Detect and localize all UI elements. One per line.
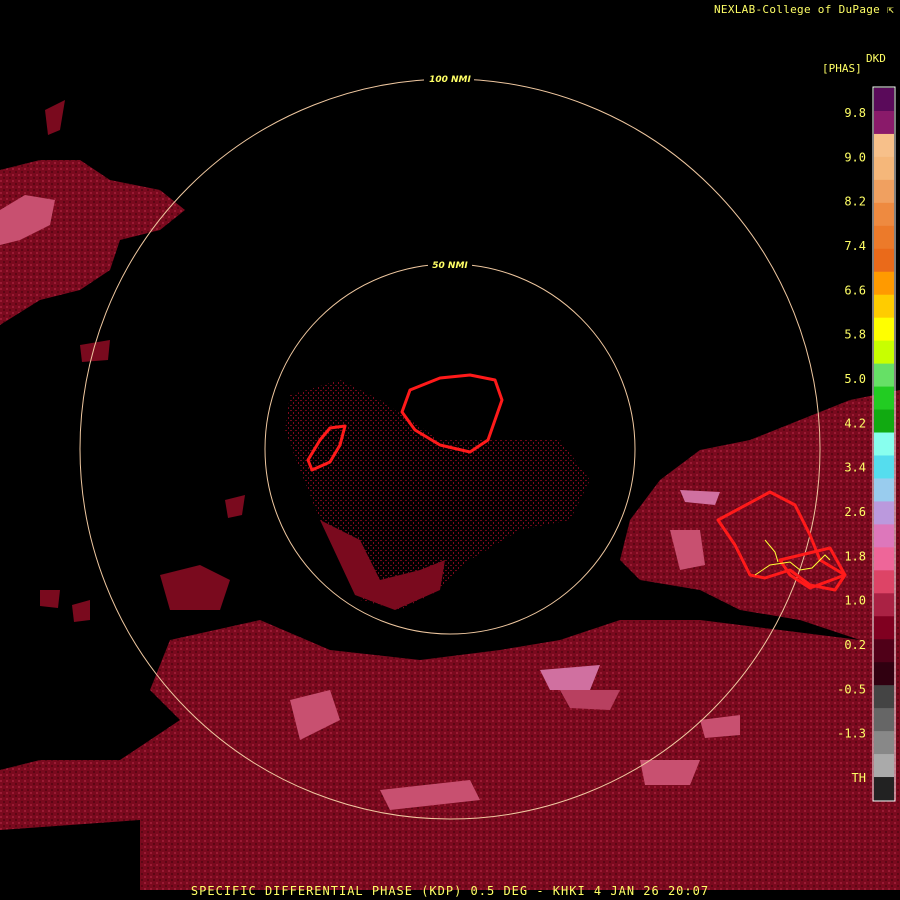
legend-swatch [874,225,894,250]
legend-tick-label: 6.6 [844,283,866,297]
legend-swatch [874,156,894,181]
legend-tick-label: 7.4 [844,239,866,253]
radar-display: 50 NMI 100 NMI 9.8 9.0 8.2 7.4 6.6 5.8 5.0 4.2 3… [0,73,900,890]
legend-swatch [874,754,894,778]
product-caption: SPECIFIC DIFFERENTIAL PHASE (KDP) 0.5 DE… [190,884,710,898]
legend-tick-label: 8.2 [844,195,866,209]
legend-swatch [874,593,894,617]
legend-swatch [874,340,894,365]
legend-tick-label: TH [852,771,866,785]
ring-label-50: 50 NMI [432,261,468,271]
legend-swatch [874,616,894,640]
legend-swatch [874,202,894,227]
legend-tick-label: 5.0 [844,372,866,386]
echo-southwest-blobs [40,495,245,622]
legend-swatch [874,777,894,801]
legend-swatch [874,731,894,755]
legend-unit: [PHAS] [822,62,862,75]
legend-swatch [874,524,894,548]
legend-swatch [874,386,894,411]
legend-swatch [874,570,894,594]
legend-swatch [874,110,894,135]
legend-tick-label: 4.2 [844,416,866,430]
legend-swatch [874,455,894,479]
legend-swatch [874,271,894,296]
credit-label: NEXLAB-College of DuPage ⇱ [714,3,894,16]
legend-swatch [874,88,894,112]
legend-tick-label: 2.6 [844,505,866,519]
legend-swatch [874,179,894,204]
product-code: DKD [866,52,886,65]
legend-swatch [874,639,894,663]
legend-tick-label: 1.8 [844,549,866,563]
legend-tick-label: 5.8 [844,328,866,342]
legend-swatch [874,501,894,525]
legend-tick-label: -0.5 [837,682,866,696]
legend-swatch [874,708,894,732]
legend-tick-label: 0.2 [844,638,866,652]
echo-center-clutter [285,380,590,610]
echo-south [0,620,900,890]
legend-tick-label: 1.0 [844,594,866,608]
ring-label-100: 100 NMI [429,75,471,85]
arrow-cursor-icon: ⇱ [887,3,894,16]
legend-swatch [874,685,894,709]
legend-tick-label: 3.4 [844,461,866,475]
legend-swatch [874,133,894,158]
legend-swatch [874,294,894,319]
legend-tick-label: 9.8 [844,106,866,120]
legend-tick-label: 9.0 [844,150,866,164]
echo-northwest [0,100,185,362]
legend-swatch [874,662,894,686]
legend-swatch [874,248,894,273]
legend-swatch [874,432,894,456]
legend-swatch [874,547,894,571]
legend-swatch [874,363,894,388]
legend-swatch [874,317,894,342]
color-legend-bar [872,86,896,802]
legend-swatch [874,478,894,502]
credit-text: NEXLAB-College of DuPage [713,3,881,16]
legend-swatch [874,409,894,434]
legend-tick-label: -1.3 [837,727,866,741]
